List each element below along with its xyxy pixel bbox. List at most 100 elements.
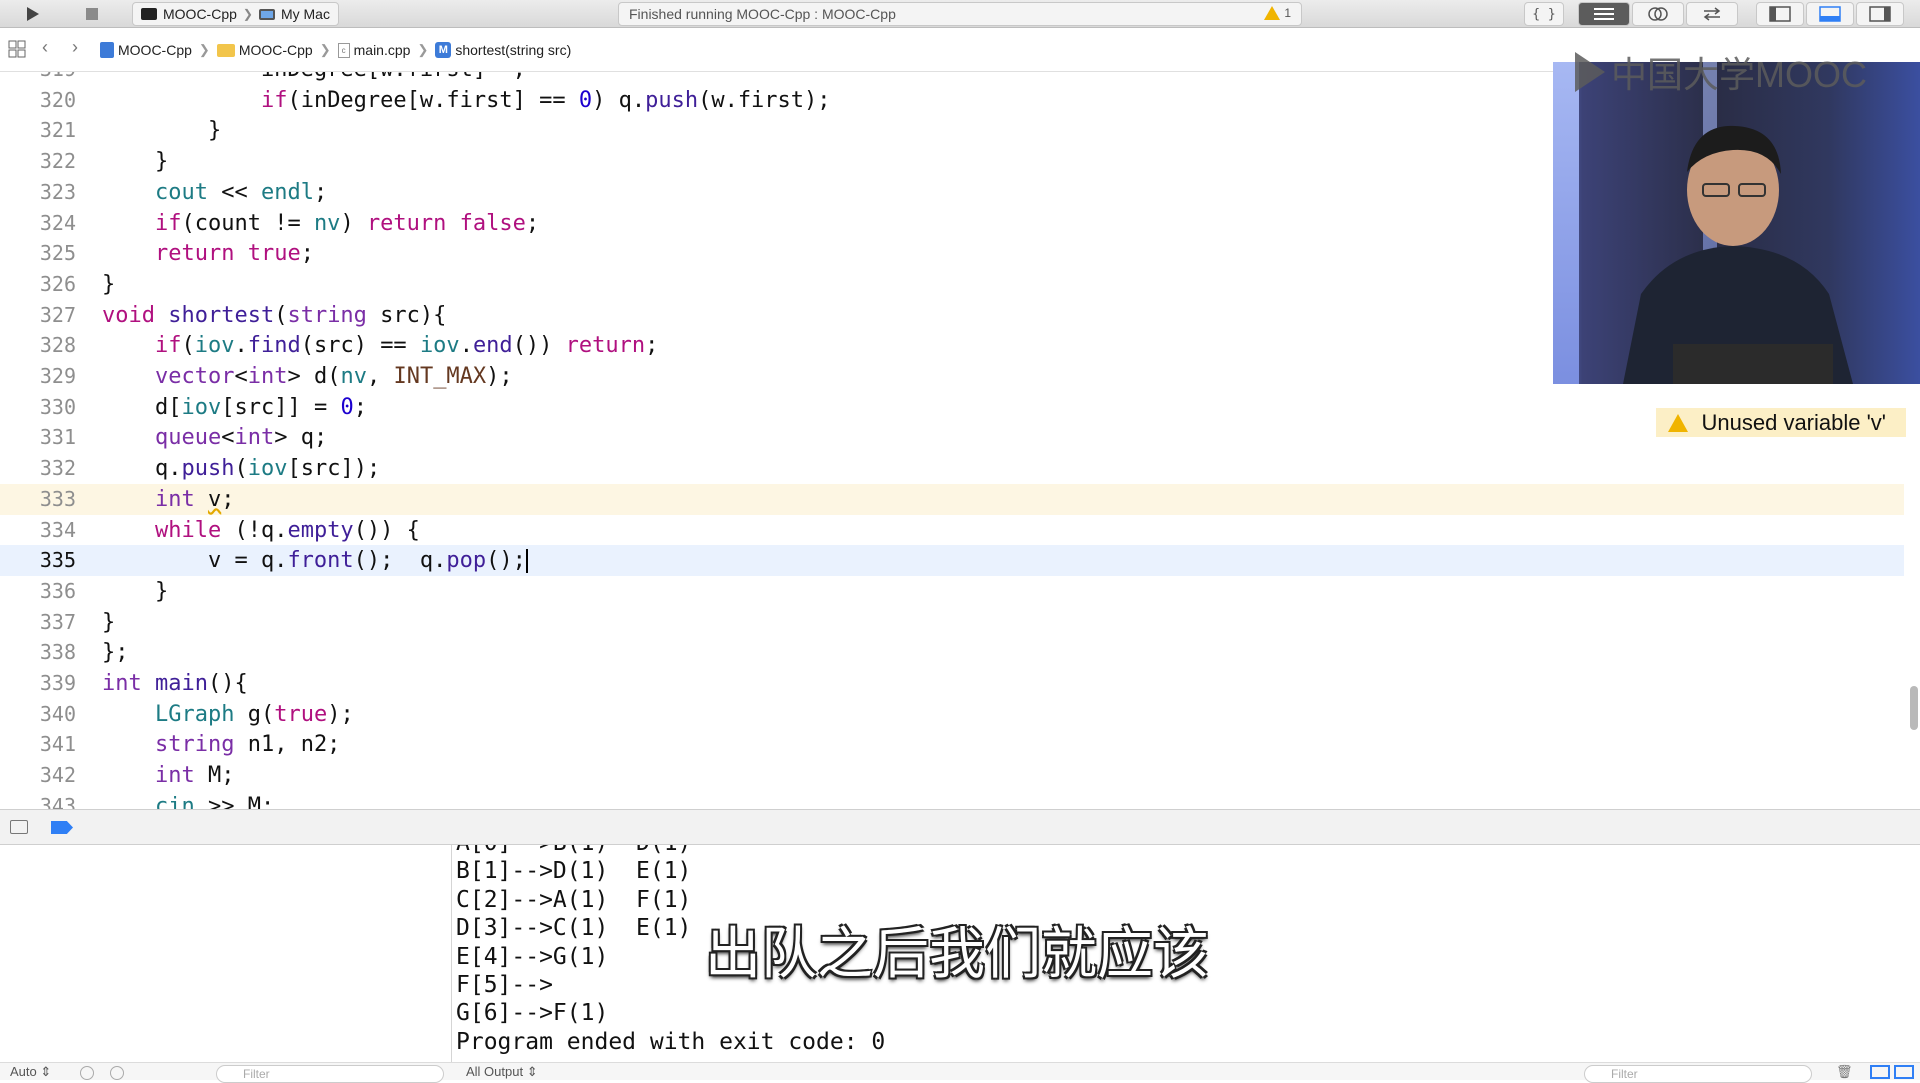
code-text: void shortest(string src){ (102, 302, 447, 328)
toolbar: MOOC-Cpp ❯ My Mac Finished running MOOC-… (0, 0, 1920, 28)
forward-arrow-icon[interactable]: › (72, 37, 78, 58)
variables-filter-input[interactable]: Filter (216, 1065, 444, 1083)
code-line[interactable]: 332 q.push(iov[src]); (0, 453, 1904, 484)
code-line[interactable]: 341 string n1, n2; (0, 729, 1904, 760)
info-icon[interactable] (110, 1066, 124, 1080)
mooc-logo-text: 中国大学MOOC (1611, 54, 1867, 95)
activity-viewer: Finished running MOOC-Cpp : MOOC-Cpp 1 (618, 2, 1302, 26)
code-text: vector<int> d(nv, INT_MAX); (154, 364, 513, 389)
folder-icon (216, 43, 235, 57)
line-number: 321 (39, 118, 76, 143)
hide-debug-area-icon[interactable] (10, 820, 28, 834)
chevron-right-icon: ❯ (242, 7, 253, 21)
warning-icon (1264, 6, 1281, 20)
standard-editor-icon[interactable] (1578, 2, 1630, 26)
code-line[interactable]: 330 d[iov[src]] = 0; (0, 392, 1904, 423)
line-number: 331 (39, 425, 76, 450)
code-line[interactable]: 336 } (0, 576, 1904, 607)
line-number: 328 (39, 333, 76, 358)
code-line[interactable]: 340 LGraph g(true); (0, 699, 1904, 730)
text-cursor (525, 549, 528, 574)
line-number: 343 (39, 793, 76, 809)
code-text: string n1, n2; (154, 732, 341, 758)
debug-area-toggle-icon[interactable] (1806, 2, 1854, 26)
code-text: if(count != nv) return false; (154, 210, 540, 236)
line-number: 323 (39, 179, 76, 204)
code-line[interactable]: 335 v = q.front(); q.pop(); (0, 545, 1904, 577)
activity-status: Finished running MOOC-Cpp : MOOC-Cpp (629, 6, 896, 22)
code-line[interactable]: 338}; (0, 637, 1904, 668)
console-line: Program ended with exit code: 0 (456, 1028, 886, 1055)
code-line[interactable]: 337} (0, 607, 1904, 638)
warning-indicator[interactable]: 1 (1264, 6, 1291, 20)
console-filter-input[interactable]: Filter (1584, 1065, 1812, 1083)
code-line[interactable]: 331 queue<int> q; (0, 422, 1904, 453)
breadcrumb: MOOC-Cpp ❯ MOOC-Cpp ❯ c main.cpp ❯ M sho… (100, 28, 571, 72)
console-line: D[3]-->C(1) E(1) (456, 915, 692, 942)
terminal-icon (141, 8, 157, 20)
assistant-editor-icon[interactable] (1632, 2, 1684, 26)
line-number: 319 (0, 72, 76, 85)
video-subtitle: 出队之后我们就应该 (705, 922, 1209, 985)
eye-icon[interactable] (80, 1066, 94, 1080)
console-line: A[0]-->B(1) D(1) (456, 845, 691, 857)
related-items-icon[interactable] (8, 40, 26, 63)
debug-bottom-bar: Auto ⇕ Filter All Output ⇕ Filter 🗑 (0, 1062, 1920, 1083)
line-number: 322 (39, 149, 76, 174)
debug-bar (0, 809, 1920, 845)
line-number: 327 (39, 302, 76, 327)
code-text: if(inDegree[w.first] == 0) q.push(w.firs… (260, 87, 831, 113)
line-number: 320 (39, 87, 76, 112)
breadcrumb-project[interactable]: MOOC-Cpp (118, 42, 192, 58)
navigator-toggle-icon[interactable] (1756, 2, 1804, 26)
code-line[interactable]: 333 int v; (0, 483, 1904, 515)
code-line[interactable]: 334 while (!q.empty()) { (0, 515, 1904, 546)
back-arrow-icon[interactable]: ‹ (42, 37, 48, 58)
braces-icon[interactable]: { } (1524, 2, 1564, 26)
warning-annotation[interactable]: Unused variable 'v' (1655, 408, 1906, 437)
breadcrumb-group[interactable]: MOOC-Cpp (239, 42, 313, 58)
code-text: if(iov.find(src) == iov.end()) return; (154, 333, 659, 359)
console-pane-toggle-icon[interactable] (1894, 1065, 1914, 1079)
console-line: G[6]-->F(1) (456, 1000, 609, 1027)
line-number: 340 (39, 701, 76, 726)
breadcrumb-file[interactable]: main.cpp (354, 42, 411, 58)
method-icon: M (435, 42, 452, 58)
code-line[interactable]: 339 int main(){ (0, 668, 1904, 699)
variables-pane-toggle-icon[interactable] (1870, 1065, 1890, 1079)
code-line[interactable]: 342 int M; (0, 760, 1904, 791)
console-line: F[5]--> (456, 972, 553, 998)
lecturer-figure (1623, 125, 1853, 384)
output-selector[interactable]: All Output ⇕ (466, 1064, 538, 1080)
stop-icon[interactable] (74, 3, 110, 25)
scheme-selector[interactable]: MOOC-Cpp ❯ My Mac (132, 2, 339, 26)
trash-icon[interactable]: 🗑 (1836, 1064, 1853, 1080)
variables-scope-selector[interactable]: Auto ⇕ (10, 1064, 51, 1080)
line-number: 332 (39, 456, 76, 481)
code-line[interactable]: 343 cin >> M; (0, 791, 1904, 809)
code-text: cout << endl; (154, 179, 328, 205)
code-text: inDegree[w.first]--; (102, 72, 526, 85)
code-text: int v; (154, 486, 235, 512)
code-text: }; (102, 640, 129, 666)
run-icon[interactable] (14, 3, 50, 25)
editor-scrollbar[interactable] (1910, 686, 1918, 730)
console-line: C[2]-->A(1) F(1) (456, 886, 692, 913)
code-text: } (102, 271, 116, 297)
line-number: 342 (39, 763, 76, 788)
line-number: 325 (39, 241, 76, 266)
version-editor-icon[interactable] (1686, 2, 1738, 26)
line-number: 324 (39, 210, 76, 235)
cpp-file-icon: c (337, 42, 350, 58)
code-text: } (102, 609, 116, 635)
variables-view[interactable] (0, 845, 452, 1080)
warning-message: Unused variable 'v' (1701, 409, 1887, 435)
mooc-logo: 中国大学MOOC (1575, 46, 1867, 98)
breakpoints-toggle-icon[interactable] (51, 821, 73, 834)
code-text: cin >> M; (154, 793, 275, 809)
code-text: d[iov[src]] = 0; (102, 394, 367, 420)
breadcrumb-symbol[interactable]: shortest(string src) (455, 42, 571, 58)
line-number: 337 (39, 609, 76, 634)
mooc-play-icon (1575, 52, 1605, 92)
utilities-toggle-icon[interactable] (1856, 2, 1904, 26)
